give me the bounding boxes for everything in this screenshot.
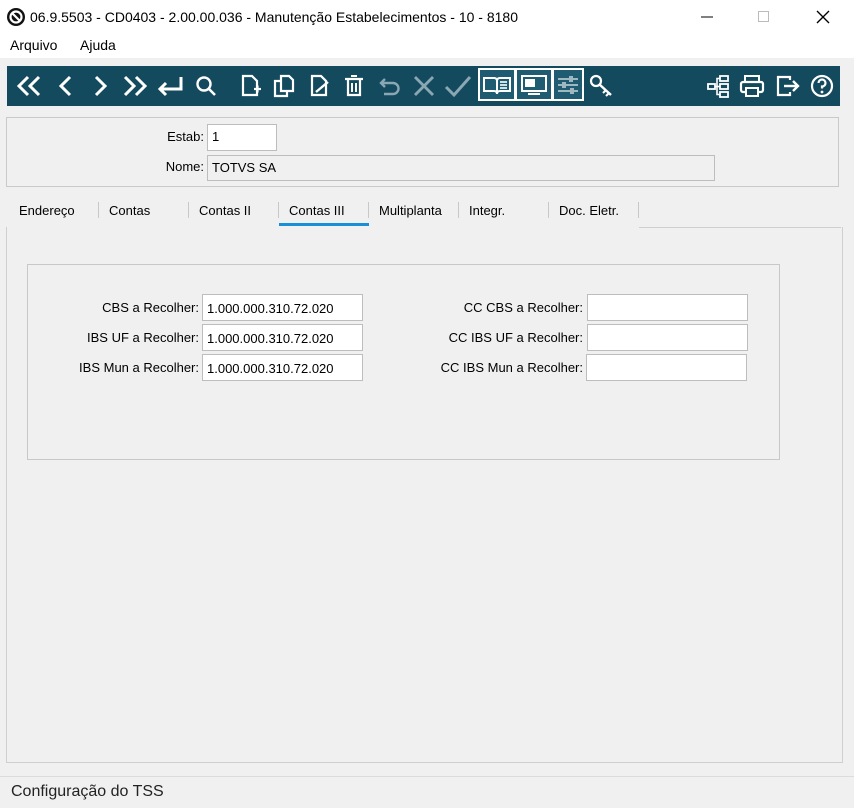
print-icon	[739, 75, 765, 97]
close-icon	[816, 10, 830, 24]
new-record-button[interactable]	[233, 66, 267, 106]
delete-button[interactable]	[337, 66, 371, 106]
exit-icon	[776, 75, 800, 97]
ibs-uf-recolher-field[interactable]: 1.000.000.310.72.020	[202, 324, 363, 351]
tab-separator	[638, 202, 639, 218]
app-logo-icon	[6, 7, 26, 27]
confirm-icon	[444, 76, 472, 98]
tab-separator	[458, 202, 459, 218]
go-to-button[interactable]	[153, 66, 187, 106]
tab-contas[interactable]: Contas	[109, 203, 150, 218]
tree-button[interactable]	[701, 66, 735, 106]
go-to-icon	[157, 77, 183, 97]
cancel-icon	[414, 76, 434, 96]
first-record-icon	[16, 75, 41, 97]
cc-ibs-uf-recolher-field[interactable]	[587, 324, 748, 351]
tree-icon	[707, 75, 729, 98]
settings-sliders-icon	[558, 75, 578, 94]
edit-record-button[interactable]	[303, 66, 337, 106]
copy-record-button[interactable]	[267, 66, 301, 106]
settings-sliders-button[interactable]	[552, 68, 584, 101]
menu-bar	[0, 34, 854, 58]
new-record-icon	[241, 74, 261, 97]
estab-label: Estab:	[167, 129, 204, 144]
book-button[interactable]	[478, 68, 516, 101]
cc-ibs-mun-recolher-field[interactable]	[586, 354, 747, 381]
last-record-button[interactable]	[117, 66, 151, 106]
minimize-icon	[701, 16, 713, 18]
first-record-button[interactable]	[13, 66, 47, 106]
tab-contas-ii[interactable]: Contas II	[199, 203, 251, 218]
tab-separator	[548, 202, 549, 218]
ibs-uf-recolher-label: IBS UF a Recolher:	[87, 330, 199, 345]
next-record-button[interactable]	[83, 66, 117, 106]
last-record-icon	[123, 75, 148, 97]
book-icon	[483, 76, 511, 94]
help-icon	[810, 74, 834, 98]
tab-separator	[188, 202, 189, 218]
ibs-mun-recolher-label: IBS Mun a Recolher:	[79, 360, 199, 375]
next-record-icon	[94, 75, 108, 97]
tab-doc-eletr[interactable]: Doc. Eletr.	[559, 203, 619, 218]
tab-endereco[interactable]: Endereço	[19, 203, 75, 218]
screen-icon	[521, 74, 547, 95]
tab-integr[interactable]: Integr.	[469, 203, 505, 218]
help-button[interactable]	[805, 66, 839, 106]
tab-area-top-border	[639, 227, 841, 228]
exit-button[interactable]	[771, 66, 805, 106]
keys-button[interactable]	[585, 66, 619, 106]
print-button[interactable]	[735, 66, 769, 106]
cancel-button[interactable]	[407, 66, 441, 106]
nome-label: Nome:	[165, 159, 204, 174]
search-button[interactable]	[189, 66, 223, 106]
undo-icon	[379, 78, 400, 96]
estab-field[interactable]: 1	[207, 124, 277, 151]
tab-separator	[278, 202, 279, 218]
tab-separator	[98, 202, 99, 218]
edit-record-icon	[310, 74, 329, 97]
cc-cbs-recolher-label: CC CBS a Recolher:	[463, 300, 583, 315]
window-title: 06.9.5503 - CD0403 - 2.00.00.036 - Manut…	[30, 9, 518, 25]
menu-ajuda[interactable]: Ajuda	[80, 37, 116, 53]
cc-ibs-mun-recolher-label: CC IBS Mun a Recolher:	[440, 360, 583, 375]
menu-arquivo[interactable]: Arquivo	[10, 37, 57, 53]
cbs-recolher-label: CBS a Recolher:	[102, 300, 199, 315]
confirm-button[interactable]	[441, 66, 475, 106]
cbs-recolher-field[interactable]: 1.000.000.310.72.020	[202, 294, 363, 321]
toolbar	[7, 66, 840, 106]
copy-record-icon	[273, 74, 295, 98]
undo-button[interactable]	[373, 66, 407, 106]
active-tab-indicator	[279, 223, 369, 226]
maximize-button[interactable]	[741, 0, 787, 34]
screen-button[interactable]	[515, 68, 553, 101]
tab-separator	[368, 202, 369, 218]
search-icon	[196, 76, 216, 96]
nome-field[interactable]: TOTVS SA	[207, 155, 715, 181]
tab-multiplanta[interactable]: Multiplanta	[379, 203, 442, 218]
cc-ibs-uf-recolher-label: CC IBS UF a Recolher:	[448, 330, 583, 345]
status-text: Configuração do TSS	[11, 783, 164, 800]
delete-icon	[345, 75, 363, 97]
previous-record-icon	[58, 75, 72, 97]
maximize-icon	[758, 11, 769, 22]
keys-icon	[589, 74, 612, 97]
previous-record-button[interactable]	[49, 66, 83, 106]
cc-cbs-recolher-field[interactable]	[587, 294, 748, 321]
tab-contas-iii[interactable]: Contas III	[289, 203, 345, 218]
ibs-mun-recolher-field[interactable]: 1.000.000.310.72.020	[202, 354, 363, 381]
minimize-button[interactable]	[684, 0, 730, 34]
close-button[interactable]	[800, 0, 846, 34]
